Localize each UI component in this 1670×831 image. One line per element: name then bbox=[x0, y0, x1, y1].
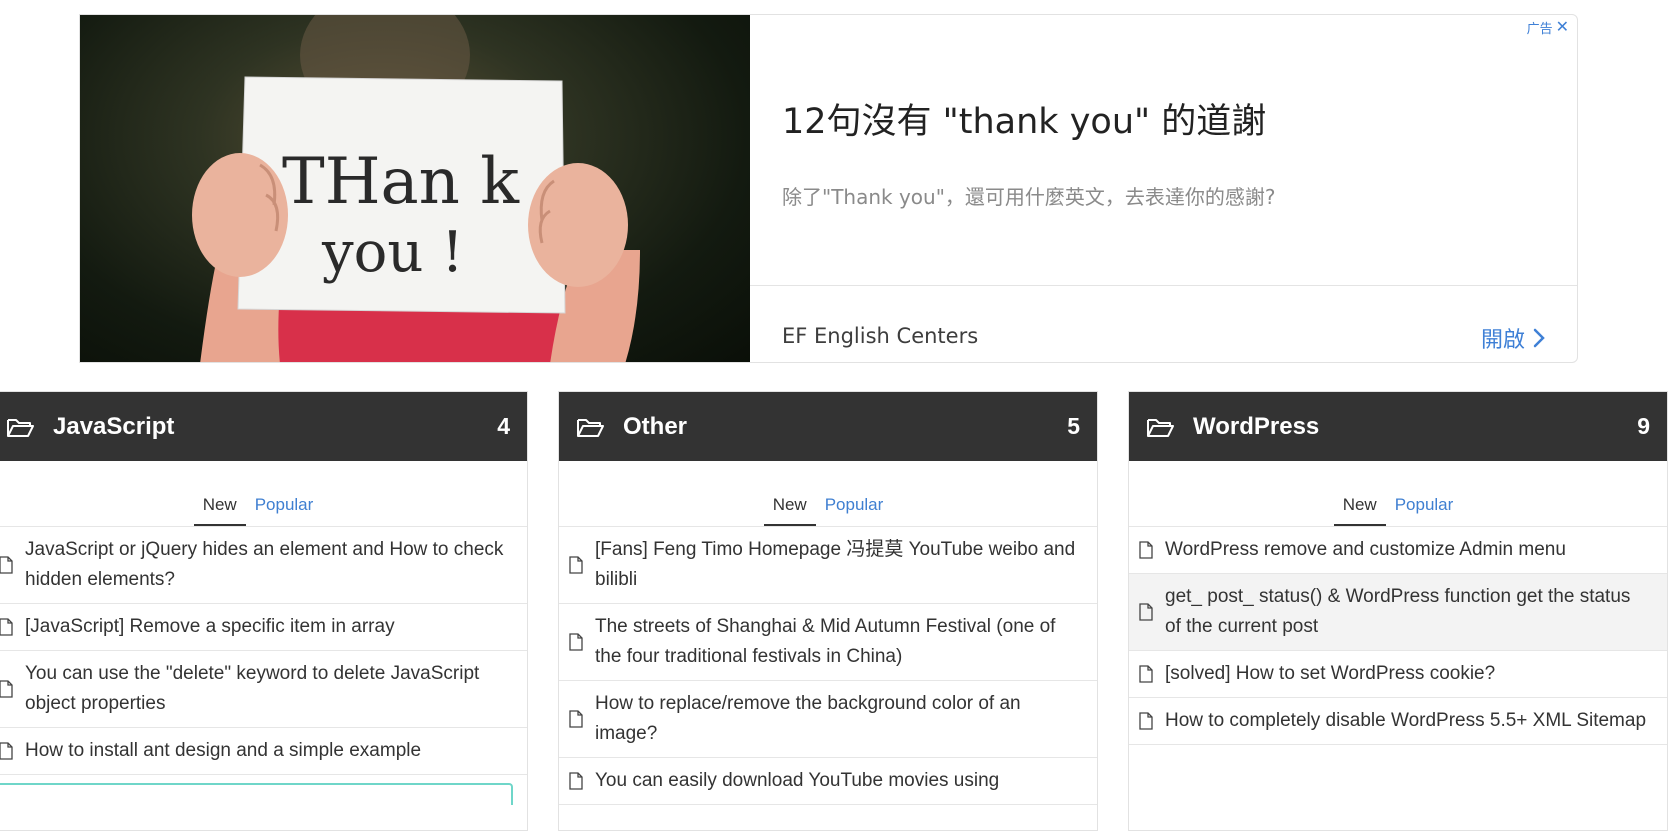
ad-description: 除了"Thank you"，還可用什麼英文，去表達你的感謝? bbox=[782, 185, 1276, 209]
tab-new[interactable]: New bbox=[763, 495, 816, 526]
ad-image-text-line1: THan k bbox=[282, 145, 520, 219]
folder-open-icon bbox=[7, 418, 34, 437]
ad-close-icon[interactable]: ✕ bbox=[1556, 17, 1569, 37]
post-title: You can easily download YouTube movies u… bbox=[595, 770, 1000, 791]
list-item[interactable]: The streets of Shanghai & Mid Autumn Fes… bbox=[559, 604, 1097, 681]
ad-open-button[interactable]: 開啟 bbox=[1481, 322, 1545, 354]
panel-header[interactable]: JavaScript 4 bbox=[0, 392, 527, 461]
post-title: [Fans] Feng Timo Homepage 冯提莫 YouTube we… bbox=[595, 539, 1076, 590]
post-title: How to install ant design and a simple e… bbox=[25, 740, 422, 761]
ad-image[interactable]: THan k you ! bbox=[80, 15, 750, 362]
post-title: WordPress remove and customize Admin men… bbox=[1165, 539, 1566, 560]
list-item[interactable]: [JavaScript] Remove a specific item in a… bbox=[0, 604, 527, 651]
post-title: get_ post_ status() & WordPress function… bbox=[1165, 586, 1631, 637]
list-item-hovered[interactable]: get_ post_ status() & WordPress function… bbox=[1129, 574, 1667, 651]
post-title: How to completely disable WordPress 5.5+… bbox=[1165, 710, 1647, 731]
tab-new[interactable]: New bbox=[193, 495, 246, 526]
tab-new[interactable]: New bbox=[1333, 495, 1386, 526]
ad-choices[interactable]: 广告 ✕ bbox=[1527, 17, 1569, 37]
document-icon bbox=[1139, 603, 1153, 621]
tab-bar: New Popular bbox=[559, 461, 1097, 527]
list-item[interactable]: How to completely disable WordPress 5.5+… bbox=[1129, 698, 1667, 745]
ad-image-text-line2: you ! bbox=[321, 220, 464, 285]
category-panel-wordpress: WordPress 9 New Popular WordPress remove… bbox=[1128, 391, 1668, 831]
ad-divider bbox=[750, 285, 1577, 286]
document-icon bbox=[569, 556, 583, 574]
document-icon bbox=[1139, 712, 1153, 730]
document-icon bbox=[0, 742, 13, 760]
panel-header[interactable]: Other 5 bbox=[559, 392, 1097, 461]
list-item[interactable]: JavaScript or jQuery hides an element an… bbox=[0, 527, 527, 604]
document-icon bbox=[1139, 665, 1153, 683]
panel-header[interactable]: WordPress 9 bbox=[1129, 392, 1667, 461]
tab-popular[interactable]: Popular bbox=[246, 495, 323, 526]
panel-title[interactable]: WordPress bbox=[1193, 413, 1637, 441]
post-title: How to replace/remove the background col… bbox=[595, 693, 1021, 744]
ad-headline[interactable]: 12句沒有 "thank you" 的道謝 bbox=[782, 93, 1266, 144]
category-panel-other: Other 5 New Popular [Fans] Feng Timo Hom… bbox=[558, 391, 1098, 831]
panel-title[interactable]: Other bbox=[623, 413, 1067, 441]
post-count: 4 bbox=[497, 413, 510, 439]
category-panel-javascript: JavaScript 4 New Popular JavaScript or j… bbox=[0, 391, 528, 831]
document-icon bbox=[0, 618, 13, 636]
list-item[interactable]: [solved] How to set WordPress cookie? bbox=[1129, 651, 1667, 698]
tab-popular[interactable]: Popular bbox=[1386, 495, 1463, 526]
post-title: The streets of Shanghai & Mid Autumn Fes… bbox=[595, 616, 1056, 667]
document-icon bbox=[569, 710, 583, 728]
post-title: You can use the "delete" keyword to dele… bbox=[25, 663, 480, 714]
post-title: [solved] How to set WordPress cookie? bbox=[1165, 663, 1496, 684]
document-icon bbox=[0, 680, 13, 698]
chevron-right-icon bbox=[1533, 328, 1545, 348]
list-item[interactable]: How to replace/remove the background col… bbox=[559, 681, 1097, 758]
list-item[interactable]: You can easily download YouTube movies u… bbox=[559, 758, 1097, 805]
list-item[interactable]: [Fans] Feng Timo Homepage 冯提莫 YouTube we… bbox=[559, 527, 1097, 604]
post-title: JavaScript or jQuery hides an element an… bbox=[25, 539, 504, 590]
post-count: 9 bbox=[1637, 413, 1650, 439]
folder-open-icon bbox=[1147, 418, 1174, 437]
focus-outline bbox=[0, 783, 513, 805]
document-icon bbox=[569, 633, 583, 651]
ad-banner[interactable]: THan k you ! 广告 ✕ 12句沒有 "thank you" 的道謝 … bbox=[79, 14, 1578, 363]
ad-badge-label: 广告 bbox=[1526, 20, 1553, 36]
ad-open-label: 開啟 bbox=[1480, 328, 1525, 353]
document-icon bbox=[0, 556, 13, 574]
list-item[interactable]: WordPress remove and customize Admin men… bbox=[1129, 527, 1667, 574]
panel-title[interactable]: JavaScript bbox=[53, 413, 497, 441]
document-icon bbox=[1139, 541, 1153, 559]
folder-open-icon bbox=[577, 418, 604, 437]
ad-advertiser[interactable]: EF English Centers bbox=[782, 324, 978, 348]
document-icon bbox=[569, 772, 583, 790]
list-item[interactable]: You can use the "delete" keyword to dele… bbox=[0, 651, 527, 728]
post-count: 5 bbox=[1067, 413, 1080, 439]
tab-bar: New Popular bbox=[1129, 461, 1667, 527]
tab-popular[interactable]: Popular bbox=[816, 495, 893, 526]
post-title: [JavaScript] Remove a specific item in a… bbox=[25, 616, 395, 637]
list-item[interactable]: How to install ant design and a simple e… bbox=[0, 728, 527, 775]
tab-bar: New Popular bbox=[0, 461, 527, 527]
